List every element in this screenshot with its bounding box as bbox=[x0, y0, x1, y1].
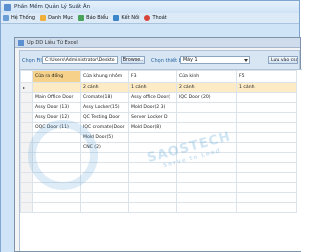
import-toolbar: Chọn File C:\Users\Administrator\Deskto … bbox=[20, 51, 299, 69]
device-select[interactable]: Máy 1 bbox=[180, 56, 250, 64]
column-header[interactable]: Cửa khung nhôm bbox=[80, 70, 129, 83]
table-cell[interactable]: IQC Door (20) bbox=[176, 92, 237, 103]
app-title: Phần Mềm Quản Lý Suất Ăn bbox=[14, 4, 91, 10]
app-logo-icon bbox=[4, 3, 11, 11]
table-cell[interactable] bbox=[128, 132, 177, 143]
menu-bar: Hệ Thống Danh Mục Báo Biểu Kết Nối Thoát bbox=[1, 13, 299, 24]
dialog-body: Chọn File C:\Users\Administrator\Deskto … bbox=[19, 50, 302, 251]
mdi-area: Up DD Liêu Từ Excel Chọn File C:\Users\A… bbox=[1, 24, 302, 252]
dialog-titlebar: Up DD Liêu Từ Excel bbox=[15, 38, 300, 48]
table-cell[interactable]: Assy office Door( bbox=[128, 92, 177, 103]
file-path-field[interactable]: C:\Users\Administrator\Deskto bbox=[42, 56, 118, 64]
app-window: Phần Mềm Quản Lý Suất Ăn Hệ Thống Danh M… bbox=[0, 0, 302, 252]
table-cell-empty bbox=[20, 202, 33, 213]
device-select-value: Máy 1 bbox=[183, 58, 198, 63]
menu-system-label: Hệ Thống bbox=[11, 15, 36, 21]
table-cell[interactable]: Assy Door (13) bbox=[32, 102, 81, 113]
device-label: Chọn thiết bị bbox=[151, 58, 184, 64]
table-cell[interactable]: 2 cánh bbox=[80, 82, 129, 93]
chevron-down-icon bbox=[244, 59, 248, 62]
table-cell[interactable]: 1 cánh bbox=[128, 82, 177, 93]
table-row[interactable]: Assy Door (13) Assy Locker(15) Mold Door(2… bbox=[20, 102, 297, 113]
table-cell[interactable]: Server Locker D bbox=[128, 112, 177, 123]
browse-button[interactable]: Browse.. bbox=[121, 56, 145, 64]
table-cell-empty bbox=[20, 192, 33, 203]
table-cell-empty bbox=[176, 162, 237, 173]
table-cell[interactable]: 2 cánh bbox=[176, 82, 237, 93]
table-cell[interactable] bbox=[236, 102, 297, 113]
table-cell-empty bbox=[80, 192, 129, 203]
table-cell[interactable]: QC Testing Door bbox=[80, 112, 129, 123]
column-header[interactable]: Cửa kính bbox=[176, 70, 237, 83]
dialog-icon bbox=[18, 39, 24, 46]
table-row[interactable]: ▸ 2 cánh 1 cánh 2 cánh 1 cánh bbox=[20, 82, 297, 93]
table-row[interactable]: Main Office Door Cromate(18) Assy office D… bbox=[20, 92, 297, 103]
table-cell[interactable]: Cromate(18) bbox=[80, 92, 129, 103]
table-cell-empty bbox=[20, 182, 33, 193]
table-row-empty bbox=[20, 192, 297, 203]
table-cell-empty bbox=[128, 192, 177, 203]
column-header[interactable]: F3 bbox=[128, 70, 177, 83]
exit-icon bbox=[144, 15, 151, 21]
table-cell-empty bbox=[80, 182, 129, 193]
menu-connect-label: Kết Nối bbox=[121, 15, 140, 21]
table-cell-empty bbox=[236, 172, 297, 183]
table-cell-empty bbox=[128, 202, 177, 213]
table-cell-empty bbox=[236, 182, 297, 193]
app-titlebar: Phần Mềm Quản Lý Suất Ăn bbox=[1, 1, 299, 13]
dialog-title: Up DD Liêu Từ Excel bbox=[27, 39, 78, 46]
import-excel-dialog: Up DD Liêu Từ Excel Chọn File C:\Users\A… bbox=[14, 37, 302, 252]
table-cell-empty bbox=[20, 172, 33, 183]
menu-exit[interactable]: Thoát bbox=[144, 15, 167, 21]
table-cell[interactable]: Mold Door(8) bbox=[128, 122, 177, 133]
table-cell-empty bbox=[176, 182, 237, 193]
row-header[interactable] bbox=[20, 122, 33, 133]
column-header[interactable]: Cửa ra đổng bbox=[32, 70, 81, 83]
table-cell[interactable]: Main Office Door bbox=[32, 92, 81, 103]
row-header[interactable] bbox=[20, 112, 33, 123]
table-cell-empty bbox=[236, 192, 297, 203]
report-icon bbox=[78, 15, 85, 21]
table-cell[interactable] bbox=[176, 112, 237, 123]
table-cell-empty bbox=[176, 172, 237, 183]
row-header[interactable] bbox=[20, 92, 33, 103]
row-header[interactable]: ▸ bbox=[20, 82, 33, 93]
connect-icon bbox=[113, 15, 120, 21]
column-header[interactable]: F5 bbox=[236, 70, 297, 83]
table-row-empty bbox=[20, 202, 297, 213]
system-icon bbox=[3, 15, 9, 21]
menu-connect[interactable]: Kết Nối bbox=[113, 15, 139, 21]
table-cell[interactable]: 1 cánh bbox=[236, 82, 297, 93]
menu-category[interactable]: Danh Mục bbox=[40, 15, 73, 21]
table-cell[interactable] bbox=[176, 102, 237, 113]
table-cell-empty bbox=[236, 152, 297, 163]
table-cell[interactable]: Mold Door(2 3) bbox=[128, 102, 177, 113]
table-cell-empty bbox=[176, 202, 237, 213]
table-cell[interactable] bbox=[236, 112, 297, 123]
table-cell[interactable] bbox=[32, 82, 81, 93]
category-icon bbox=[40, 15, 47, 21]
save-to-db-button[interactable]: Lưu vào csdl bbox=[268, 56, 298, 64]
grid-header-row: Cửa ra đổng Cửa khung nhôm F3 Cửa kính F… bbox=[20, 70, 297, 83]
table-cell[interactable]: Assy Locker(15) bbox=[80, 102, 129, 113]
table-cell[interactable] bbox=[236, 92, 297, 103]
table-cell-empty bbox=[236, 202, 297, 213]
menu-exit-label: Thoát bbox=[152, 15, 167, 21]
data-grid[interactable]: SAOSTECH Serve to Lead Cửa ra đổng Cửa k… bbox=[20, 69, 302, 251]
table-cell-empty bbox=[128, 182, 177, 193]
menu-system[interactable]: Hệ Thống bbox=[3, 15, 35, 21]
table-cell-empty bbox=[176, 192, 237, 203]
grid-corner bbox=[20, 70, 33, 83]
table-cell-empty bbox=[32, 202, 81, 213]
table-cell-empty bbox=[80, 202, 129, 213]
table-cell-empty bbox=[32, 192, 81, 203]
watermark-logo bbox=[28, 120, 98, 190]
table-cell-empty bbox=[236, 162, 297, 173]
menu-report[interactable]: Báo Biểu bbox=[78, 15, 108, 21]
menu-category-label: Danh Mục bbox=[48, 15, 74, 21]
row-header[interactable] bbox=[20, 102, 33, 113]
menu-report-label: Báo Biểu bbox=[86, 15, 109, 21]
